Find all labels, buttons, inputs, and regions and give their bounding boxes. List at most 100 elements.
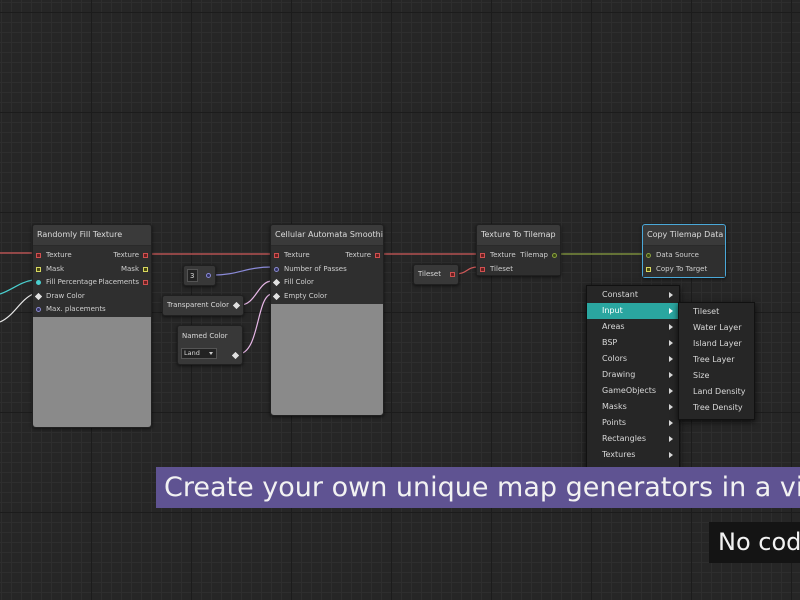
- submenu-arrow-icon: [669, 324, 673, 330]
- tilemap-port-icon[interactable]: [646, 253, 651, 258]
- node-texture-to-tilemap[interactable]: Texture To Tilemap Texture Tileset Tilem…: [476, 224, 561, 276]
- number-constant-node[interactable]: 3: [183, 265, 216, 286]
- port-texture-in[interactable]: Texture: [477, 249, 516, 263]
- submenu-item-tree-layer[interactable]: Tree Layer: [679, 352, 754, 368]
- submenu-item-land-density[interactable]: Land Density: [679, 384, 754, 400]
- submenu-arrow-icon: [669, 452, 673, 458]
- tilemap-port-icon[interactable]: [552, 253, 557, 258]
- menu-item-textures[interactable]: Textures: [587, 447, 679, 463]
- port-fill-color[interactable]: Fill Color: [271, 276, 347, 290]
- output-ports: Texture: [345, 249, 383, 263]
- node-title[interactable]: Named Color: [182, 330, 228, 342]
- node-randomly-fill-texture[interactable]: Randomly Fill Texture Texture Mask Fill …: [32, 224, 152, 428]
- submenu-item-size[interactable]: Size: [679, 368, 754, 384]
- texture-port-icon[interactable]: [36, 253, 41, 258]
- number-value-field[interactable]: 3: [187, 269, 198, 282]
- port-texture-out[interactable]: Texture: [345, 249, 383, 263]
- menu-item-label: Points: [602, 418, 627, 427]
- color-output-port-icon[interactable]: [231, 351, 240, 360]
- color-output-port-icon[interactable]: [232, 301, 241, 310]
- menu-item-rectangles[interactable]: Rectangles: [587, 431, 679, 447]
- color-name-dropdown[interactable]: Land: [181, 348, 217, 359]
- number-port-icon[interactable]: [36, 280, 41, 285]
- port-number-of-passes[interactable]: Number of Passes: [271, 263, 347, 277]
- menu-item-areas[interactable]: Areas: [587, 319, 679, 335]
- port-tilemap-out[interactable]: Tilemap: [520, 249, 560, 263]
- submenu-item-island-layer[interactable]: Island Layer: [679, 336, 754, 352]
- port-label: Placements: [98, 278, 139, 286]
- node-copy-tilemap-data[interactable]: Copy Tilemap Data Data Source Copy To Ta…: [642, 224, 726, 278]
- tileset-port-icon[interactable]: [480, 266, 485, 272]
- named-color-node[interactable]: Named Color Land: [177, 325, 243, 365]
- port-tileset-in[interactable]: Tileset: [477, 263, 516, 277]
- port-texture-in[interactable]: Texture: [33, 249, 106, 263]
- node-title[interactable]: Cellular Automata Smoothing: [271, 225, 383, 246]
- submenu-arrow-icon: [669, 420, 673, 426]
- menu-item-input[interactable]: Input: [587, 303, 679, 319]
- node-label: Tileset: [418, 270, 441, 278]
- target-port-icon[interactable]: [646, 266, 651, 272]
- port-data-source[interactable]: Data Source: [643, 249, 707, 263]
- port-label: Data Source: [656, 251, 699, 259]
- menu-item-label: Tree Layer: [693, 355, 735, 364]
- caption-banner: Create your own unique map generators in…: [156, 467, 800, 508]
- port-label: Tileset: [490, 264, 513, 273]
- port-label: Texture: [490, 251, 516, 259]
- port-label: Number of Passes: [284, 264, 347, 273]
- port-label: Empty Color: [284, 291, 328, 300]
- texture-preview: [33, 317, 151, 427]
- number-port-icon[interactable]: [274, 266, 279, 272]
- port-copy-to-target[interactable]: Copy To Target: [643, 263, 707, 277]
- mask-port-icon[interactable]: [36, 266, 41, 272]
- port-label: Fill Color: [284, 278, 314, 286]
- menu-item-points[interactable]: Points: [587, 415, 679, 431]
- node-title[interactable]: Randomly Fill Texture: [33, 225, 151, 246]
- submenu-arrow-icon: [669, 340, 673, 346]
- menu-item-constant[interactable]: Constant: [587, 287, 679, 303]
- menu-item-label: Textures: [602, 450, 636, 459]
- menu-item-bsp[interactable]: BSP: [587, 335, 679, 351]
- number-output-port-icon[interactable]: [206, 273, 211, 278]
- texture-port-icon[interactable]: [480, 253, 485, 258]
- menu-item-colors[interactable]: Colors: [587, 351, 679, 367]
- menu-item-label: Water Layer: [693, 323, 742, 332]
- port-mask-out[interactable]: Mask: [98, 263, 151, 277]
- submenu-item-water-layer[interactable]: Water Layer: [679, 320, 754, 336]
- submenu-item-tree-density[interactable]: Tree Density: [679, 400, 754, 416]
- submenu-arrow-icon: [669, 292, 673, 298]
- port-mask-in[interactable]: Mask: [33, 263, 106, 277]
- points-port-icon[interactable]: [143, 280, 148, 285]
- texture-port-icon[interactable]: [274, 253, 279, 258]
- texture-port-icon[interactable]: [143, 253, 148, 258]
- menu-item-masks[interactable]: Masks: [587, 399, 679, 415]
- color-port-icon[interactable]: [34, 292, 43, 300]
- tileset-output-port-icon[interactable]: [450, 272, 455, 277]
- menu-item-label: Drawing: [602, 370, 636, 379]
- port-label: Draw Color: [46, 291, 85, 300]
- menu-item-gameobjects[interactable]: GameObjects: [587, 383, 679, 399]
- port-fill-percentage[interactable]: Fill Percentage: [33, 276, 106, 290]
- color-port-icon[interactable]: [272, 278, 281, 287]
- port-texture-out[interactable]: Texture: [98, 249, 151, 263]
- node-title[interactable]: Texture To Tilemap: [477, 225, 560, 246]
- color-port-icon[interactable]: [272, 292, 281, 300]
- submenu-arrow-icon: [669, 388, 673, 394]
- tileset-node[interactable]: Tileset: [413, 264, 459, 285]
- menu-item-label: Island Layer: [693, 339, 742, 348]
- context-menu: Constant Input Areas BSP Colors Drawing …: [586, 285, 680, 469]
- port-draw-color[interactable]: Draw Color: [33, 290, 106, 304]
- points-port-icon[interactable]: [36, 307, 41, 312]
- port-placements-out[interactable]: Placements: [98, 276, 151, 290]
- transparent-color-node[interactable]: Transparent Color: [162, 295, 244, 316]
- node-cellular-automata-smoothing[interactable]: Cellular Automata Smoothing Texture Numb…: [270, 224, 384, 416]
- menu-item-label: Masks: [602, 402, 627, 411]
- node-title[interactable]: Copy Tilemap Data: [643, 225, 725, 246]
- mask-port-icon[interactable]: [143, 266, 148, 272]
- menu-item-drawing[interactable]: Drawing: [587, 367, 679, 383]
- port-label: Mask: [46, 264, 65, 273]
- texture-port-icon[interactable]: [375, 253, 380, 258]
- port-max-placements[interactable]: Max. placements: [33, 303, 106, 317]
- port-empty-color[interactable]: Empty Color: [271, 290, 347, 304]
- submenu-item-tileset[interactable]: Tileset: [679, 304, 754, 320]
- port-texture-in[interactable]: Texture: [271, 249, 347, 263]
